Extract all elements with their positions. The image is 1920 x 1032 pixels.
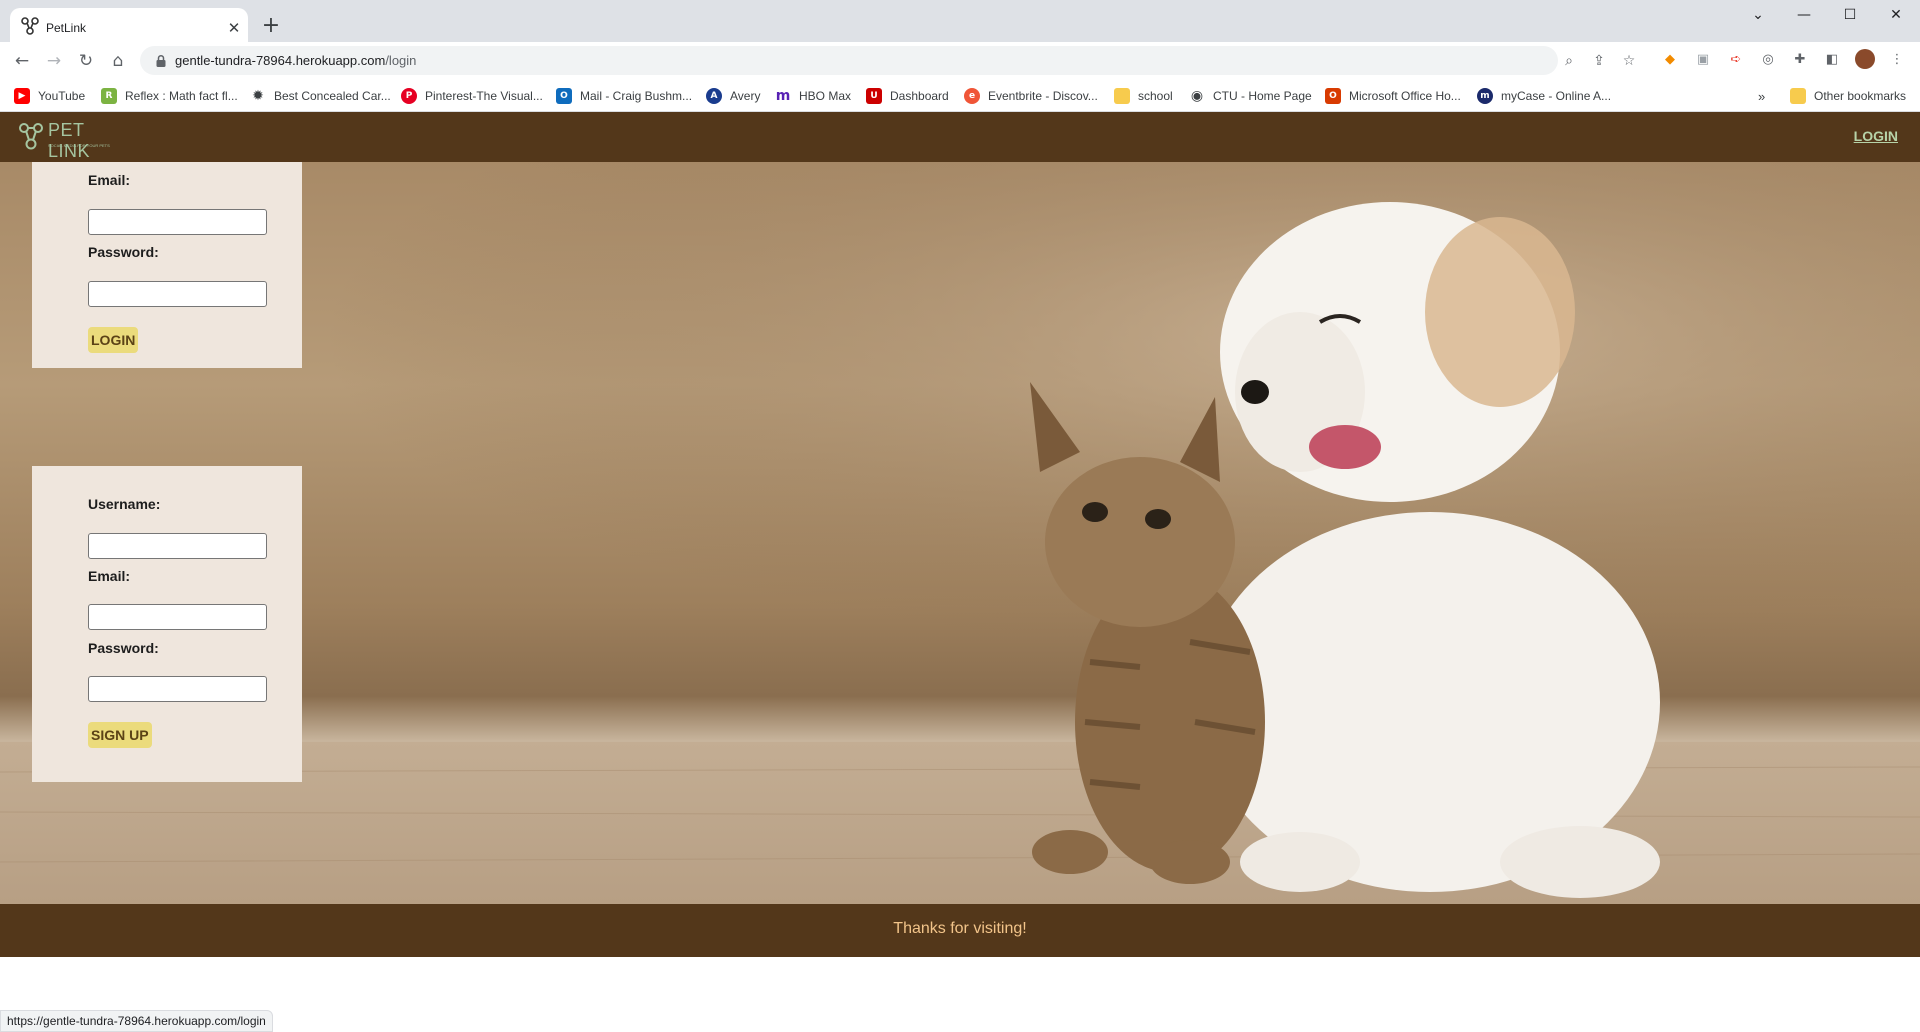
extension-gray-icon[interactable]: ▣ — [1694, 50, 1712, 68]
bookmark-label: Microsoft Office Ho... — [1349, 89, 1461, 103]
close-window-icon[interactable]: ✕ — [1873, 0, 1919, 30]
bookmark-label: myCase - Online A... — [1501, 89, 1612, 103]
avery-icon: A — [706, 88, 722, 104]
side-panel-icon[interactable]: ◧ — [1823, 50, 1841, 68]
youtube-icon: ▶ — [14, 88, 30, 104]
extensions-puzzle-icon[interactable]: ✚ — [1791, 50, 1809, 68]
bookmark-label: Pinterest-The Visual... — [425, 89, 543, 103]
bookmark-label: HBO Max — [799, 89, 852, 103]
bookmark-label: Mail - Craig Bushm... — [580, 89, 693, 103]
folder-icon — [1114, 88, 1130, 104]
new-tab-icon[interactable]: + — [260, 13, 282, 38]
bookmark-label: CTU - Home Page — [1213, 89, 1312, 103]
bookmarks-overflow-icon[interactable]: » — [1758, 88, 1765, 104]
bookmark-avery[interactable]: A Avery — [706, 88, 760, 104]
signup-password-label: Password: — [88, 640, 159, 656]
logo-tagline: SOCIAL MEDIA FOR YOUR PETS — [48, 143, 110, 148]
bookmark-reflex[interactable]: R Reflex : Math fact fl... — [101, 88, 238, 104]
bookmark-label: Eventbrite - Discov... — [988, 89, 1098, 103]
hbomax-icon: m — [775, 88, 791, 104]
url-path: /login — [385, 53, 417, 68]
bookmark-ctu[interactable]: ◉ CTU - Home Page — [1189, 88, 1312, 104]
site-footer: Thanks for visiting! — [0, 904, 1920, 957]
bookmark-mycase[interactable]: m myCase - Online A... — [1477, 88, 1611, 104]
bookmark-label: Avery — [730, 89, 761, 103]
profile-avatar[interactable] — [1855, 49, 1875, 69]
office-icon: O — [1325, 88, 1341, 104]
eventbrite-icon: e — [964, 88, 980, 104]
forward-icon[interactable]: → — [43, 50, 65, 72]
bookmark-hbomax[interactable]: m HBO Max — [775, 88, 851, 104]
petlink-favicon-icon — [20, 16, 40, 36]
signup-username-label: Username: — [88, 496, 161, 512]
extension-orange-icon[interactable]: ◆ — [1661, 50, 1679, 68]
bookmark-label: school — [1138, 89, 1173, 103]
login-email-input[interactable] — [88, 209, 267, 235]
login-password-label: Password: — [88, 244, 159, 260]
address-bar[interactable]: gentle-tundra-78964.herokuapp.com/login … — [140, 46, 1635, 75]
login-form: Email: Password: LOGIN — [32, 162, 302, 368]
paw-network-icon — [18, 122, 44, 156]
other-bookmarks-label: Other bookmarks — [1814, 89, 1907, 103]
bookmark-concealed-carry[interactable]: ✹ Best Concealed Car... — [250, 88, 391, 104]
login-email-label: Email: — [88, 172, 131, 188]
site-header: PET LINK SOCIAL MEDIA FOR YOUR PETS LOGI… — [0, 112, 1920, 162]
bookmark-label: Dashboard — [890, 89, 949, 103]
login-password-input[interactable] — [88, 281, 267, 307]
signup-email-label: Email: — [88, 568, 131, 584]
folder-icon — [1790, 88, 1806, 104]
zoom-icon[interactable]: ⌕ — [1560, 52, 1578, 70]
outlook-icon: O — [556, 88, 572, 104]
bookmark-dashboard[interactable]: U Dashboard — [866, 88, 949, 104]
status-bar-url: https://gentle-tundra-78964.herokuapp.co… — [0, 1010, 273, 1032]
signup-email-input[interactable] — [88, 604, 267, 630]
petlink-logo[interactable]: PET LINK SOCIAL MEDIA FOR YOUR PETS — [18, 118, 118, 161]
tab-title: PetLink — [46, 21, 87, 35]
lock-icon[interactable] — [154, 53, 168, 67]
bookmark-label: Best Concealed Car... — [274, 89, 391, 103]
signup-submit-button[interactable]: SIGN UP — [88, 722, 152, 748]
bookmark-star-icon[interactable]: ☆ — [1620, 52, 1638, 70]
globe-icon: ◉ — [1190, 88, 1204, 104]
footer-text: Thanks for visiting! — [893, 920, 1027, 937]
nav-login-link[interactable]: LOGIN — [1854, 128, 1898, 144]
other-bookmarks[interactable]: Other bookmarks — [1790, 88, 1906, 104]
minimize-icon[interactable]: — — [1781, 0, 1827, 30]
extension-circle-icon[interactable]: ◎ — [1759, 50, 1777, 68]
bookmark-label: Reflex : Math fact fl... — [125, 89, 238, 103]
bookmark-mail[interactable]: O Mail - Craig Bushm... — [556, 88, 692, 104]
bookmark-pinterest[interactable]: P Pinterest-The Visual... — [401, 88, 543, 104]
extension-red-icon[interactable]: ➪ — [1727, 50, 1745, 68]
url-text[interactable]: gentle-tundra-78964.herokuapp.com/login — [175, 53, 416, 68]
maximize-icon[interactable]: ☐ — [1827, 0, 1873, 30]
login-submit-button[interactable]: LOGIN — [88, 327, 139, 353]
bookmark-eventbrite[interactable]: e Eventbrite - Discov... — [964, 88, 1098, 104]
bookmark-school[interactable]: school — [1114, 88, 1173, 104]
signup-form: Username: Email: Password: SIGN UP — [32, 466, 302, 782]
tab-search-chevron-icon[interactable]: ⌄ — [1735, 0, 1781, 30]
pinterest-icon: P — [401, 88, 417, 104]
reflex-icon: R — [101, 88, 117, 104]
share-icon[interactable]: ⇪ — [1590, 52, 1608, 70]
browser-toolbar: ← → ↻ ⌂ gentle-tundra-78964.herokuapp.co… — [0, 42, 1920, 79]
url-host: gentle-tundra-78964.herokuapp.com — [175, 53, 386, 68]
tab-close-icon[interactable]: ✕ — [225, 19, 243, 37]
signup-password-input[interactable] — [88, 676, 267, 702]
home-icon[interactable]: ⌂ — [107, 50, 129, 72]
mycase-icon: m — [1477, 88, 1493, 104]
reload-icon[interactable]: ↻ — [75, 50, 97, 72]
logo-text: PET LINK — [48, 120, 91, 161]
dashboard-icon: U — [866, 88, 882, 104]
gear-icon: ✹ — [252, 88, 264, 104]
hero-background: Email: Password: LOGIN Username: Email: … — [0, 162, 1920, 904]
back-icon[interactable]: ← — [11, 50, 33, 72]
bookmark-youtube[interactable]: ▶ YouTube — [14, 88, 85, 104]
bookmarks-bar: ▶ YouTube R Reflex : Math fact fl... ✹ B… — [0, 79, 1920, 112]
signup-username-input[interactable] — [88, 533, 267, 559]
bookmark-label: YouTube — [38, 89, 86, 103]
menu-kebab-icon[interactable]: ⋮ — [1888, 50, 1906, 68]
bookmark-office[interactable]: O Microsoft Office Ho... — [1325, 88, 1461, 104]
